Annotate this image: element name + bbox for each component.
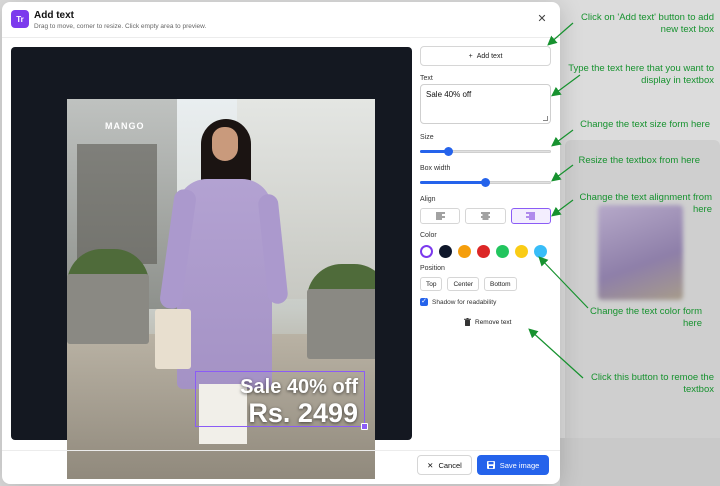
dialog-subtitle: Drag to move, corner to resize. Click em… [34, 23, 207, 30]
text-box-overlay[interactable]: Sale 40% off Rs. 2499 [195, 371, 368, 430]
trash-icon [464, 318, 471, 326]
position-bottom-button[interactable]: Bottom [484, 277, 517, 291]
text-tool-icon: Tr [11, 10, 29, 28]
shadow-label: Shadow for readability [432, 298, 497, 306]
resize-handle[interactable] [361, 423, 368, 430]
annotation-box-width: Resize the textbox from here [578, 155, 700, 166]
color-swatch[interactable] [439, 244, 452, 258]
box-width-slider[interactable] [420, 178, 551, 187]
image-preview[interactable]: MANGO Sale 40% off Rs. 2499 [11, 47, 412, 479]
overlay-text-line: Sale 40% off [240, 376, 358, 398]
text-input[interactable]: Sale 40% off [420, 84, 551, 124]
color-swatch[interactable] [534, 244, 547, 258]
color-swatch[interactable] [458, 244, 471, 258]
save-icon [486, 461, 495, 469]
color-swatches [420, 244, 551, 258]
background-card [565, 140, 720, 470]
text-input-value: Sale 40% off [426, 90, 472, 99]
align-group [420, 208, 551, 224]
save-image-label: Save image [499, 460, 540, 470]
color-swatch[interactable] [515, 244, 528, 258]
close-icon: ✕ [537, 13, 547, 25]
cancel-label: Cancel [438, 460, 462, 470]
position-label: Position [420, 265, 445, 272]
store-sign: MANGO [105, 121, 145, 131]
planter [67, 274, 149, 344]
plus-icon: + [468, 52, 473, 60]
cancel-button[interactable]: ✕ Cancel [417, 455, 472, 475]
dialog-header: Tr Add text Drag to move, corner to resi… [2, 2, 560, 38]
overlay-text-line: Rs. 2499 [248, 398, 358, 428]
close-icon: ✕ [427, 460, 434, 470]
position-group: Top Center Bottom [420, 277, 517, 291]
model-face [212, 127, 238, 161]
color-swatch[interactable] [477, 244, 490, 258]
slider-thumb[interactable] [444, 147, 454, 156]
tote-bag [155, 309, 191, 369]
align-center-icon [480, 212, 490, 220]
dialog-title: Add text [34, 10, 74, 21]
position-top-button[interactable]: Top [420, 277, 443, 291]
store-window [77, 144, 157, 264]
annotation-type-text: Type the text here that you want to disp… [568, 63, 714, 86]
text-label: Text [420, 75, 433, 82]
save-image-button[interactable]: Save image [477, 455, 549, 475]
size-label: Size [420, 134, 434, 141]
align-left-icon [435, 212, 445, 220]
position-center-button[interactable]: Center [447, 277, 479, 291]
annotation-size: Change the text size form here [580, 119, 710, 130]
background-photo [598, 205, 683, 300]
background-strip [560, 438, 720, 486]
color-swatch[interactable] [496, 244, 509, 258]
close-button[interactable]: ✕ [536, 13, 548, 25]
align-center-button[interactable] [465, 208, 506, 224]
remove-text-label: Remove text [475, 318, 512, 326]
textarea-resize-grip[interactable] [543, 116, 548, 121]
align-right-button[interactable] [510, 208, 551, 224]
annotation-remove: Click this button to remoe the textbox [590, 372, 714, 395]
remove-text-button[interactable]: Remove text [464, 318, 512, 326]
box-width-label: Box width [420, 165, 451, 172]
align-right-icon [526, 212, 536, 220]
shadow-option: ✓ Shadow for readability [420, 298, 496, 306]
slider-fill [420, 181, 486, 184]
color-swatch[interactable] [420, 244, 433, 258]
align-label: Align [420, 196, 436, 203]
color-label: Color [420, 232, 437, 239]
size-slider[interactable] [420, 147, 551, 156]
align-left-button[interactable] [420, 208, 461, 224]
slider-thumb[interactable] [481, 178, 490, 187]
annotation-color: Change the text color form here [590, 306, 702, 329]
add-text-button[interactable]: + Add text [420, 46, 551, 66]
shadow-checkbox[interactable]: ✓ [420, 298, 428, 306]
planter [307, 289, 375, 359]
add-text-label: Add text [476, 52, 503, 60]
annotation-align: Change the text alignment from here [579, 192, 712, 215]
add-text-dialog: Tr Add text Drag to move, corner to resi… [2, 2, 560, 484]
annotation-add-text: Click on 'Add text' button to add new te… [580, 12, 714, 35]
